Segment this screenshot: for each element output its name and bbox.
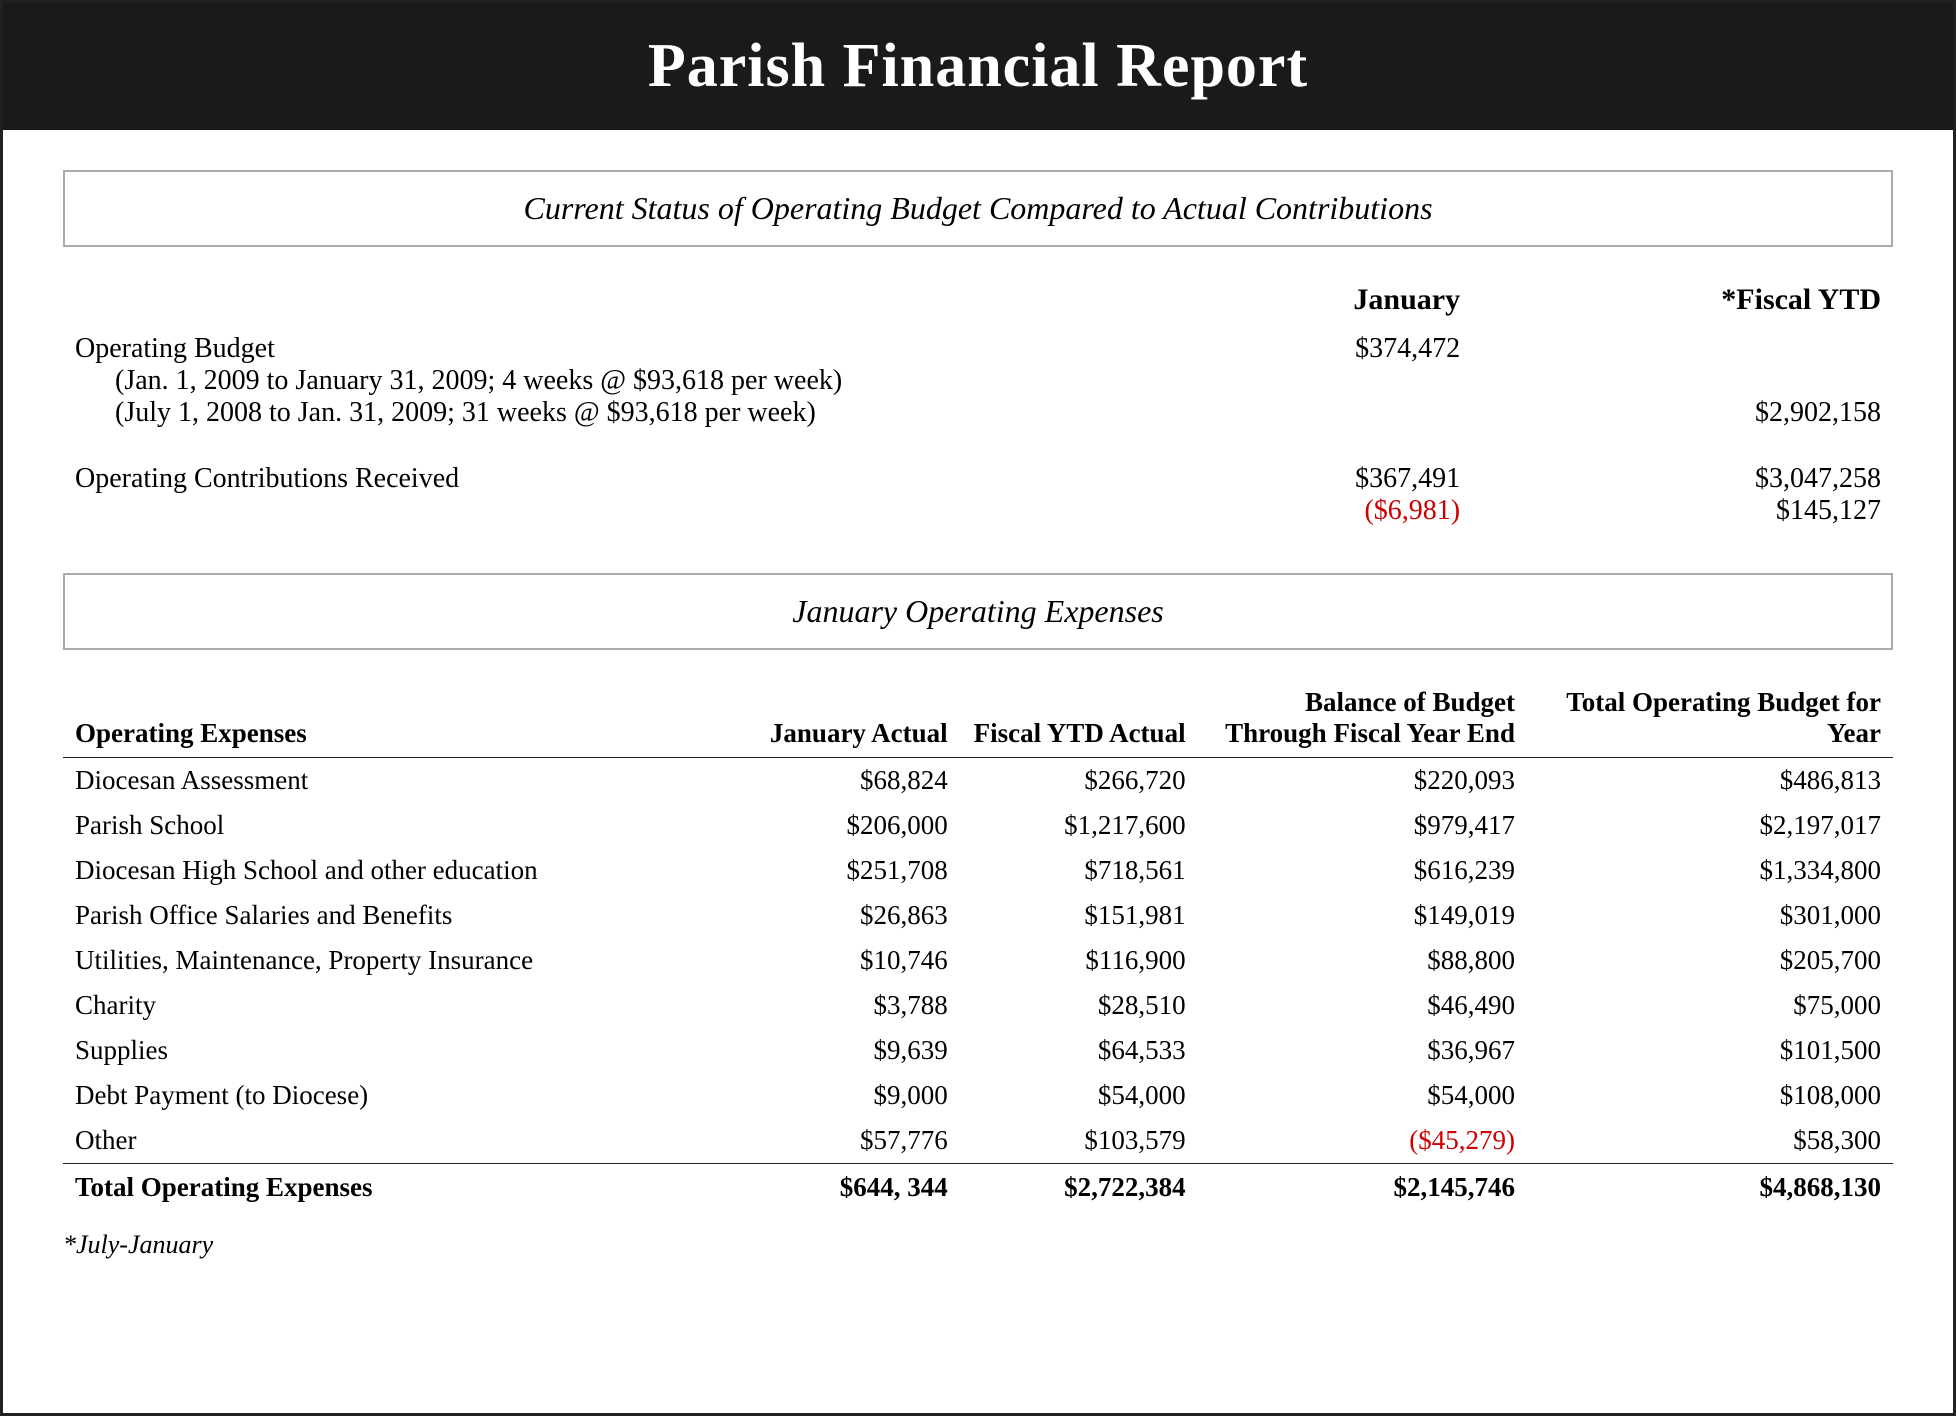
expense-total-budget: $4,868,130	[1527, 1164, 1893, 1211]
expense-name-4: Utilities, Maintenance, Property Insuran…	[63, 938, 722, 983]
expenses-data-row: Debt Payment (to Diocese) $9,000 $54,000…	[63, 1073, 1893, 1118]
expense-name-0: Diocesan Assessment	[63, 758, 722, 804]
contributions-ytd: $3,047,258 $145,127	[1472, 435, 1893, 533]
expense-total-7: $108,000	[1527, 1073, 1893, 1118]
expense-ytd-0: $266,720	[960, 758, 1198, 804]
operating-budget-sub2: (July 1, 2008 to Jan. 31, 2009; 31 weeks…	[75, 397, 816, 428]
contributions-label: Operating Contributions Received	[63, 435, 1070, 533]
expenses-data-row: Other $57,776 $103,579 ($45,279) $58,300	[63, 1118, 1893, 1164]
expense-total-1: $2,197,017	[1527, 803, 1893, 848]
expense-ytd-4: $116,900	[960, 938, 1198, 983]
budget-col-jan-header: January	[1070, 277, 1473, 327]
expenses-data-row: Diocesan High School and other education…	[63, 848, 1893, 893]
page-wrapper: Parish Financial Report Current Status o…	[0, 0, 1956, 1416]
budget-ytd-sub2: $2,902,158	[1755, 397, 1881, 428]
budget-jan-value: $374,472	[1070, 327, 1473, 435]
expense-balance-8: ($45,279)	[1198, 1118, 1527, 1164]
expenses-col-jan-actual-header: January Actual	[722, 680, 960, 758]
expense-name-5: Charity	[63, 983, 722, 1028]
expense-jan-2: $251,708	[722, 848, 960, 893]
expenses-data-row: Parish Office Salaries and Benefits $26,…	[63, 893, 1893, 938]
expense-jan-5: $3,788	[722, 983, 960, 1028]
expense-jan-4: $10,746	[722, 938, 960, 983]
expenses-data-row: Charity $3,788 $28,510 $46,490 $75,000	[63, 983, 1893, 1028]
expense-total-ytd: $2,722,384	[960, 1164, 1198, 1211]
budget-row-contributions: Operating Contributions Received $367,49…	[63, 435, 1893, 533]
expense-balance-7: $54,000	[1198, 1073, 1527, 1118]
expense-name-8: Other	[63, 1118, 722, 1164]
expenses-col-total-budget-header: Total Operating Budget for Year	[1527, 680, 1893, 758]
expense-balance-5: $46,490	[1198, 983, 1527, 1028]
expense-total-2: $1,334,800	[1527, 848, 1893, 893]
page-header: Parish Financial Report	[3, 3, 1953, 130]
page-content: Current Status of Operating Budget Compa…	[3, 130, 1953, 1413]
contributions-ytd-diff: $145,127	[1776, 495, 1881, 526]
budget-row-operating: Operating Budget (Jan. 1, 2009 to Januar…	[63, 327, 1893, 435]
footnote: *July-January	[63, 1230, 1893, 1260]
expense-ytd-5: $28,510	[960, 983, 1198, 1028]
budget-header-row: January *Fiscal YTD	[63, 277, 1893, 327]
expense-balance-6: $36,967	[1198, 1028, 1527, 1073]
section1-box: Current Status of Operating Budget Compa…	[63, 170, 1893, 247]
expense-ytd-2: $718,561	[960, 848, 1198, 893]
expense-name-7: Debt Payment (to Diocese)	[63, 1073, 722, 1118]
expense-jan-3: $26,863	[722, 893, 960, 938]
budget-col-label-header	[63, 277, 1070, 327]
page-title: Parish Financial Report	[43, 31, 1913, 102]
expense-balance-3: $149,019	[1198, 893, 1527, 938]
budget-table: January *Fiscal YTD Operating Budget (Ja…	[63, 277, 1893, 533]
expenses-table: Operating Expenses January Actual Fiscal…	[63, 680, 1893, 1210]
expense-ytd-8: $103,579	[960, 1118, 1198, 1164]
expense-ytd-1: $1,217,600	[960, 803, 1198, 848]
expense-total-8: $58,300	[1527, 1118, 1893, 1164]
expense-ytd-7: $54,000	[960, 1073, 1198, 1118]
operating-budget-sub1: (Jan. 1, 2009 to January 31, 2009; 4 wee…	[75, 365, 842, 396]
expenses-col-ytd-actual-header: Fiscal YTD Actual	[960, 680, 1198, 758]
expense-name-3: Parish Office Salaries and Benefits	[63, 893, 722, 938]
section2-box: January Operating Expenses	[63, 573, 1893, 650]
contributions-jan-value: $367,491	[1355, 463, 1460, 494]
expenses-data-row: Utilities, Maintenance, Property Insuran…	[63, 938, 1893, 983]
expense-ytd-3: $151,981	[960, 893, 1198, 938]
expense-balance-1: $979,417	[1198, 803, 1527, 848]
expense-name-2: Diocesan High School and other education	[63, 848, 722, 893]
contributions-jan-diff: ($6,981)	[1364, 495, 1460, 526]
section1-title: Current Status of Operating Budget Compa…	[95, 190, 1861, 227]
expense-balance-2: $616,239	[1198, 848, 1527, 893]
budget-label-operating: Operating Budget (Jan. 1, 2009 to Januar…	[63, 327, 1070, 435]
expense-total-name: Total Operating Expenses	[63, 1164, 722, 1211]
expense-total-5: $75,000	[1527, 983, 1893, 1028]
budget-ytd-value: $2,902,158	[1472, 327, 1893, 435]
expense-name-1: Parish School	[63, 803, 722, 848]
expense-jan-6: $9,639	[722, 1028, 960, 1073]
expenses-header-row: Operating Expenses January Actual Fiscal…	[63, 680, 1893, 758]
expense-jan-0: $68,824	[722, 758, 960, 804]
expense-jan-7: $9,000	[722, 1073, 960, 1118]
expense-balance-0: $220,093	[1198, 758, 1527, 804]
contributions-ytd-value: $3,047,258	[1755, 463, 1881, 494]
section2-title: January Operating Expenses	[95, 593, 1861, 630]
expense-ytd-6: $64,533	[960, 1028, 1198, 1073]
budget-col-ytd-header: *Fiscal YTD	[1472, 277, 1893, 327]
expense-total-3: $301,000	[1527, 893, 1893, 938]
operating-budget-label: Operating Budget	[75, 333, 275, 364]
expense-balance-4: $88,800	[1198, 938, 1527, 983]
expense-total-balance: $2,145,746	[1198, 1164, 1527, 1211]
expenses-col-name-header: Operating Expenses	[63, 680, 722, 758]
expense-total-4: $205,700	[1527, 938, 1893, 983]
expense-total-6: $101,500	[1527, 1028, 1893, 1073]
contributions-jan: $367,491 ($6,981)	[1070, 435, 1473, 533]
expenses-data-row: Parish School $206,000 $1,217,600 $979,4…	[63, 803, 1893, 848]
expense-name-6: Supplies	[63, 1028, 722, 1073]
expenses-col-balance-header: Balance of Budget Through Fiscal Year En…	[1198, 680, 1527, 758]
expense-total-0: $486,813	[1527, 758, 1893, 804]
expenses-total-row: Total Operating Expenses $644, 344 $2,72…	[63, 1164, 1893, 1211]
expense-jan-1: $206,000	[722, 803, 960, 848]
expense-total-jan: $644, 344	[722, 1164, 960, 1211]
expenses-data-row: Supplies $9,639 $64,533 $36,967 $101,500	[63, 1028, 1893, 1073]
expense-jan-8: $57,776	[722, 1118, 960, 1164]
expenses-data-row: Diocesan Assessment $68,824 $266,720 $22…	[63, 758, 1893, 804]
